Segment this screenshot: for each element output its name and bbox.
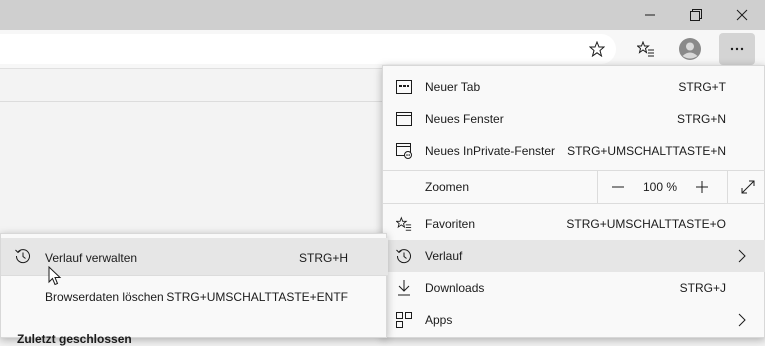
fullscreen-button[interactable] bbox=[727, 171, 765, 203]
menu-item-label: Downloads bbox=[425, 281, 485, 295]
menu-item-inprivate-window[interactable]: Neues InPrivate-Fenster STRG+UMSCHALTTAS… bbox=[383, 135, 765, 167]
more-button[interactable] bbox=[719, 33, 755, 65]
minimize-button[interactable] bbox=[627, 0, 673, 30]
restore-icon bbox=[690, 9, 702, 21]
menu-item-favorites[interactable]: Favoriten STRG+UMSCHALTTASTE+O bbox=[383, 208, 765, 240]
minimize-icon bbox=[645, 10, 655, 20]
menu-item-label: Neues Fenster bbox=[425, 112, 504, 126]
menu-item-shortcut: STRG+J bbox=[679, 281, 726, 295]
menu-item-zoom: Zoomen 100 % bbox=[383, 171, 765, 203]
history-icon bbox=[15, 248, 31, 264]
close-button[interactable] bbox=[719, 0, 765, 30]
plus-icon bbox=[696, 181, 708, 193]
menu-item-label: Apps bbox=[425, 313, 453, 327]
history-icon bbox=[396, 248, 412, 264]
submenu-item-label: Verlauf verwalten bbox=[45, 251, 138, 265]
menu-item-history[interactable]: Verlauf bbox=[383, 240, 765, 272]
menu-item-label: Neuer Tab bbox=[425, 80, 481, 94]
submenu-item-shortcut: STRG+H bbox=[298, 251, 348, 265]
chevron-right-icon bbox=[738, 249, 750, 263]
address-bar[interactable] bbox=[0, 34, 616, 64]
page-divider bbox=[0, 101, 382, 102]
profile-avatar-icon[interactable] bbox=[678, 37, 702, 61]
menu-item-label: Verlauf bbox=[425, 249, 463, 263]
inprivate-window-icon bbox=[396, 143, 412, 159]
mouse-cursor-icon bbox=[48, 266, 62, 286]
restore-button[interactable] bbox=[673, 0, 719, 30]
menu-item-shortcut: STRG+UMSCHALTTASTE+N bbox=[567, 144, 726, 158]
zoom-out-button[interactable] bbox=[602, 171, 634, 203]
submenu-item-shortcut: STRG+UMSCHALTTASTE+ENTF bbox=[166, 290, 348, 304]
menu-separator bbox=[383, 203, 765, 204]
new-window-icon bbox=[396, 111, 412, 127]
close-icon bbox=[736, 9, 748, 21]
zoom-level: 100 % bbox=[642, 180, 678, 194]
chevron-right-icon bbox=[738, 313, 750, 327]
apps-icon bbox=[396, 312, 412, 328]
more-dots-icon bbox=[730, 47, 744, 51]
zoom-control: 100 % bbox=[597, 171, 765, 203]
menu-item-shortcut: STRG+UMSCHALTTASTE+O bbox=[566, 217, 726, 231]
star-outline-icon[interactable] bbox=[586, 40, 608, 58]
menu-item-label: Favoriten bbox=[425, 217, 476, 231]
new-tab-icon bbox=[396, 79, 412, 95]
submenu-item-label: Browserdaten löschen bbox=[45, 290, 164, 304]
recently-closed-heading: Zuletzt geschlossen bbox=[17, 332, 132, 346]
fullscreen-icon bbox=[740, 179, 756, 195]
menu-item-new-tab[interactable]: Neuer Tab STRG+T bbox=[383, 71, 765, 103]
download-icon bbox=[396, 280, 412, 296]
menu-item-label: Zoomen bbox=[425, 180, 470, 194]
menu-item-new-window[interactable]: Neues Fenster STRG+N bbox=[383, 103, 765, 135]
favorites-list-icon[interactable] bbox=[634, 40, 658, 58]
title-bar bbox=[0, 0, 765, 30]
minus-icon bbox=[612, 181, 624, 193]
menu-item-apps[interactable]: Apps bbox=[383, 304, 765, 336]
zoom-in-button[interactable] bbox=[686, 171, 718, 203]
browser-toolbar bbox=[0, 30, 765, 69]
menu-item-downloads[interactable]: Downloads STRG+J bbox=[383, 272, 765, 304]
favorites-icon bbox=[396, 216, 412, 232]
menu-item-label: Neues InPrivate-Fenster bbox=[425, 144, 556, 158]
settings-menu: Neuer Tab STRG+T Neues Fenster STRG+N Ne… bbox=[382, 65, 765, 338]
menu-item-shortcut: STRG+N bbox=[676, 112, 726, 126]
menu-item-shortcut: STRG+T bbox=[678, 80, 726, 94]
